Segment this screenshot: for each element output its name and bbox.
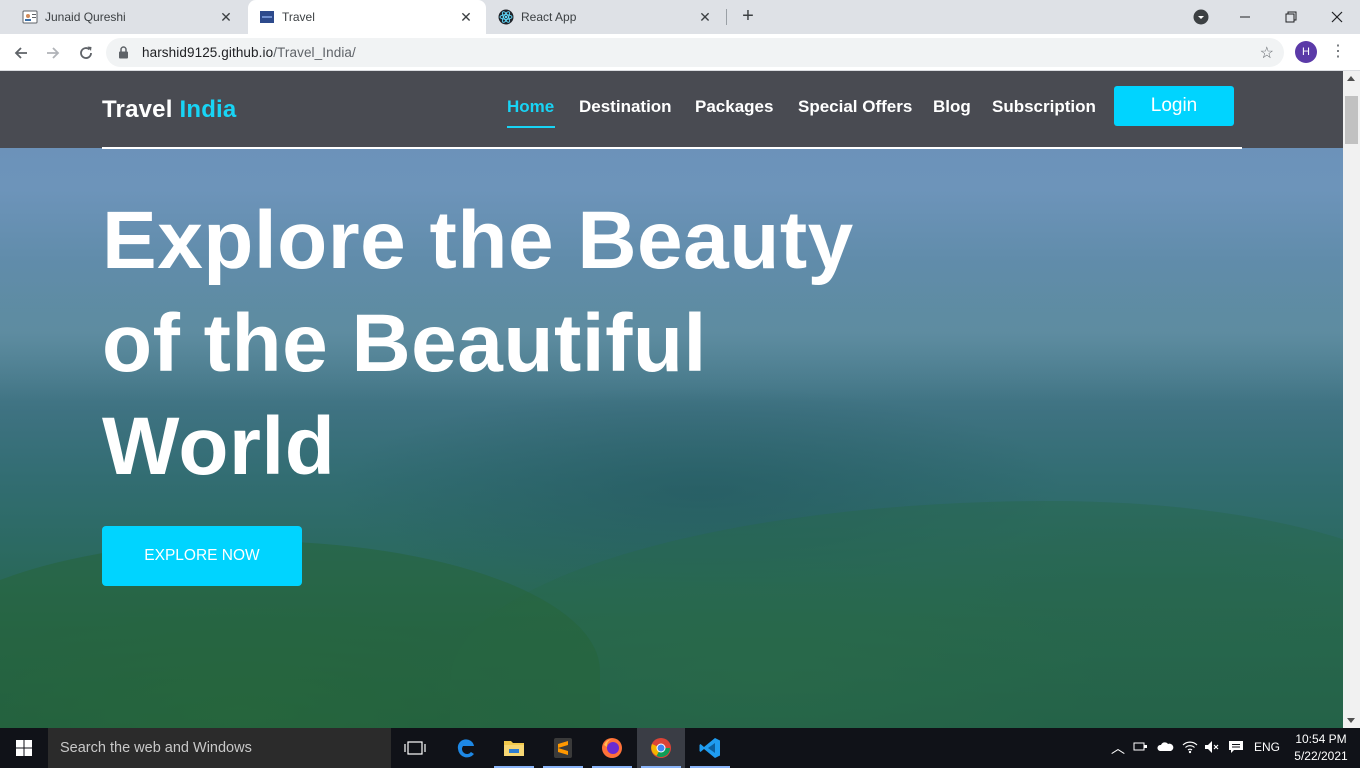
reload-button[interactable] <box>74 41 98 65</box>
scroll-up-arrow-icon[interactable] <box>1347 76 1355 81</box>
network-adapter-icon[interactable] <box>1133 740 1149 757</box>
task-view-icon <box>404 741 426 755</box>
url-host: harshid9125.github.io <box>142 45 274 60</box>
folder-icon <box>504 741 524 756</box>
headline-line: Explore the Beauty <box>102 195 854 286</box>
tab-search-button[interactable] <box>1178 0 1224 34</box>
back-button[interactable] <box>9 41 33 65</box>
minimize-button[interactable] <box>1222 0 1268 34</box>
active-nav-underline <box>507 126 555 128</box>
hero-headline: Explore the Beauty of the Beautiful Worl… <box>102 189 982 498</box>
volume-muted-icon[interactable] <box>1204 740 1220 757</box>
arrow-right-icon <box>47 47 60 59</box>
headline-line: World <box>102 401 336 492</box>
chevron-down-icon <box>1193 9 1209 25</box>
task-view-button[interactable] <box>391 728 439 768</box>
headline-line: of the Beautiful <box>102 298 707 389</box>
sublime-text-icon <box>554 738 572 758</box>
onedrive-icon[interactable] <box>1156 740 1174 757</box>
tab-title: React App <box>521 10 577 24</box>
chrome-icon <box>651 738 671 758</box>
logo-text-travel: Travel <box>102 96 173 123</box>
profile-avatar[interactable]: H <box>1295 41 1317 63</box>
profile-card-icon <box>22 9 38 25</box>
url-path: /Travel_India/ <box>273 45 356 60</box>
restore-button[interactable] <box>1268 0 1314 34</box>
browser-toolbar: harshid9125.github.io/Travel_India/ ☆ H … <box>0 34 1360 71</box>
search-placeholder: Search the web and Windows <box>60 740 252 756</box>
edge-app[interactable] <box>442 728 490 768</box>
file-explorer-app[interactable] <box>490 728 538 768</box>
language-indicator[interactable]: ENG <box>1254 740 1280 754</box>
taskbar-clock[interactable]: 10:54 PM 5/22/2021 <box>1286 731 1356 765</box>
close-tab-icon[interactable]: ✕ <box>697 9 713 25</box>
scrollbar-thumb[interactable] <box>1345 96 1358 144</box>
login-button[interactable]: Login <box>1114 86 1234 126</box>
travel-page-icon <box>259 9 275 25</box>
site-navbar: Travel India Home Destination Packages S… <box>0 71 1343 149</box>
tab-separator <box>726 9 727 25</box>
tab-travel[interactable]: Travel ✕ <box>248 0 486 34</box>
reload-icon <box>80 46 92 59</box>
nav-home[interactable]: Home <box>507 97 554 117</box>
clock-date: 5/22/2021 <box>1294 749 1348 763</box>
nav-destination[interactable]: Destination <box>579 97 672 117</box>
close-tab-icon[interactable]: ✕ <box>218 9 234 25</box>
new-tab-button[interactable]: + <box>737 6 759 28</box>
close-icon <box>1331 11 1343 23</box>
lock-icon <box>119 46 128 59</box>
navbar-divider <box>102 147 1242 149</box>
vscode-app[interactable] <box>686 728 734 768</box>
sublime-text-app[interactable] <box>539 728 587 768</box>
forward-button[interactable] <box>41 41 65 65</box>
nav-blog[interactable]: Blog <box>933 97 971 117</box>
tab-title: Travel <box>282 10 315 24</box>
bookmark-star-icon[interactable]: ☆ <box>1260 43 1274 63</box>
react-icon <box>498 9 514 25</box>
address-bar[interactable]: harshid9125.github.io/Travel_India/ ☆ <box>106 38 1284 67</box>
site-logo[interactable]: Travel India <box>102 96 236 124</box>
explore-now-button[interactable]: EXPLORE NOW <box>102 526 302 586</box>
page-viewport: Travel India Home Destination Packages S… <box>0 71 1343 728</box>
logo-text-india: India <box>179 96 237 123</box>
url-text: harshid9125.github.io/Travel_India/ <box>142 45 356 60</box>
close-window-button[interactable] <box>1314 0 1360 34</box>
scroll-down-arrow-icon[interactable] <box>1347 718 1355 723</box>
browser-menu-icon[interactable]: ⋮ <box>1330 42 1346 62</box>
firefox-icon <box>602 738 622 758</box>
tab-junaid-qureshi[interactable]: Junaid Qureshi ✕ <box>0 0 246 34</box>
tray-expand-icon[interactable]: ︿ <box>1111 738 1125 758</box>
arrow-left-icon <box>14 47 27 59</box>
browser-tab-strip: Junaid Qureshi ✕ Travel ✕ React App ✕ + <box>0 0 1360 34</box>
taskbar-search-box[interactable]: Search the web and Windows <box>48 728 391 768</box>
vscode-icon <box>699 738 720 758</box>
windows-taskbar: Search the web and Windows ︿ ENG 10:54 P… <box>0 728 1360 768</box>
tab-title: Junaid Qureshi <box>45 10 126 24</box>
action-center-icon[interactable] <box>1228 740 1244 757</box>
clock-time: 10:54 PM <box>1295 732 1347 746</box>
restore-icon <box>1285 11 1297 23</box>
nav-special-offers[interactable]: Special Offers <box>798 97 912 117</box>
firefox-app[interactable] <box>588 728 636 768</box>
chrome-app[interactable] <box>637 728 685 768</box>
wifi-icon[interactable] <box>1182 740 1198 757</box>
tab-react-app[interactable]: React App ✕ <box>487 0 725 34</box>
close-tab-icon[interactable]: ✕ <box>458 9 474 25</box>
edge-icon <box>457 739 474 758</box>
start-button[interactable] <box>0 728 48 768</box>
nav-packages[interactable]: Packages <box>695 97 773 117</box>
nav-subscription[interactable]: Subscription <box>992 97 1096 117</box>
windows-logo-icon <box>16 740 32 756</box>
page-scrollbar[interactable] <box>1343 71 1360 728</box>
minimize-icon <box>1240 16 1250 18</box>
